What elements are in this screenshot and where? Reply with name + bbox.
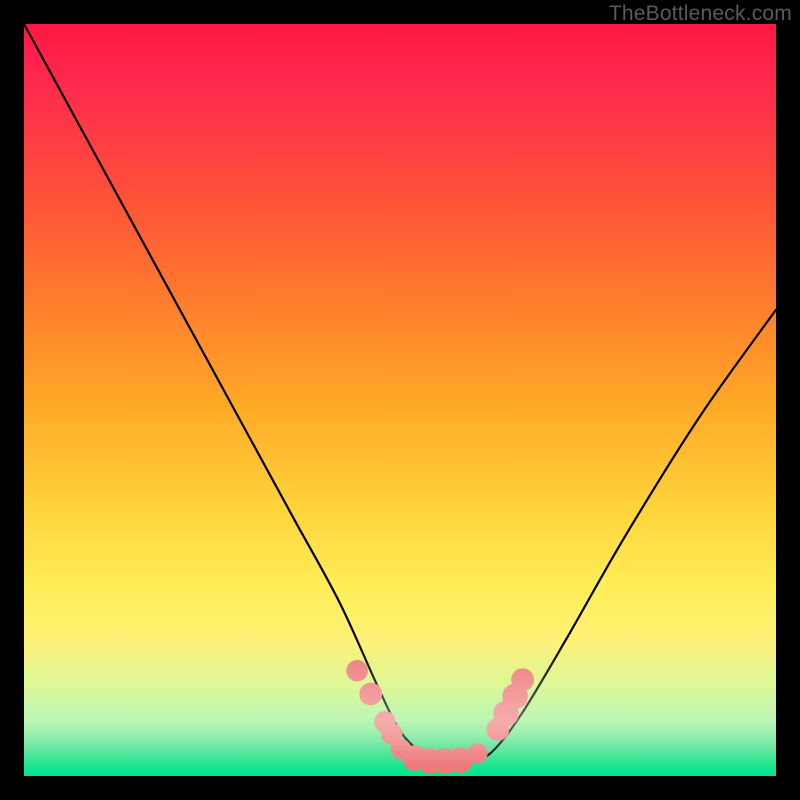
data-marker bbox=[467, 743, 487, 763]
chart-frame: TheBottleneck.com bbox=[0, 0, 800, 800]
plot-area bbox=[24, 24, 776, 776]
bottleneck-curve bbox=[24, 24, 776, 776]
watermark-text: TheBottleneck.com bbox=[609, 2, 792, 26]
data-marker bbox=[346, 660, 368, 682]
data-marker bbox=[359, 683, 382, 706]
data-marker bbox=[511, 668, 534, 691]
